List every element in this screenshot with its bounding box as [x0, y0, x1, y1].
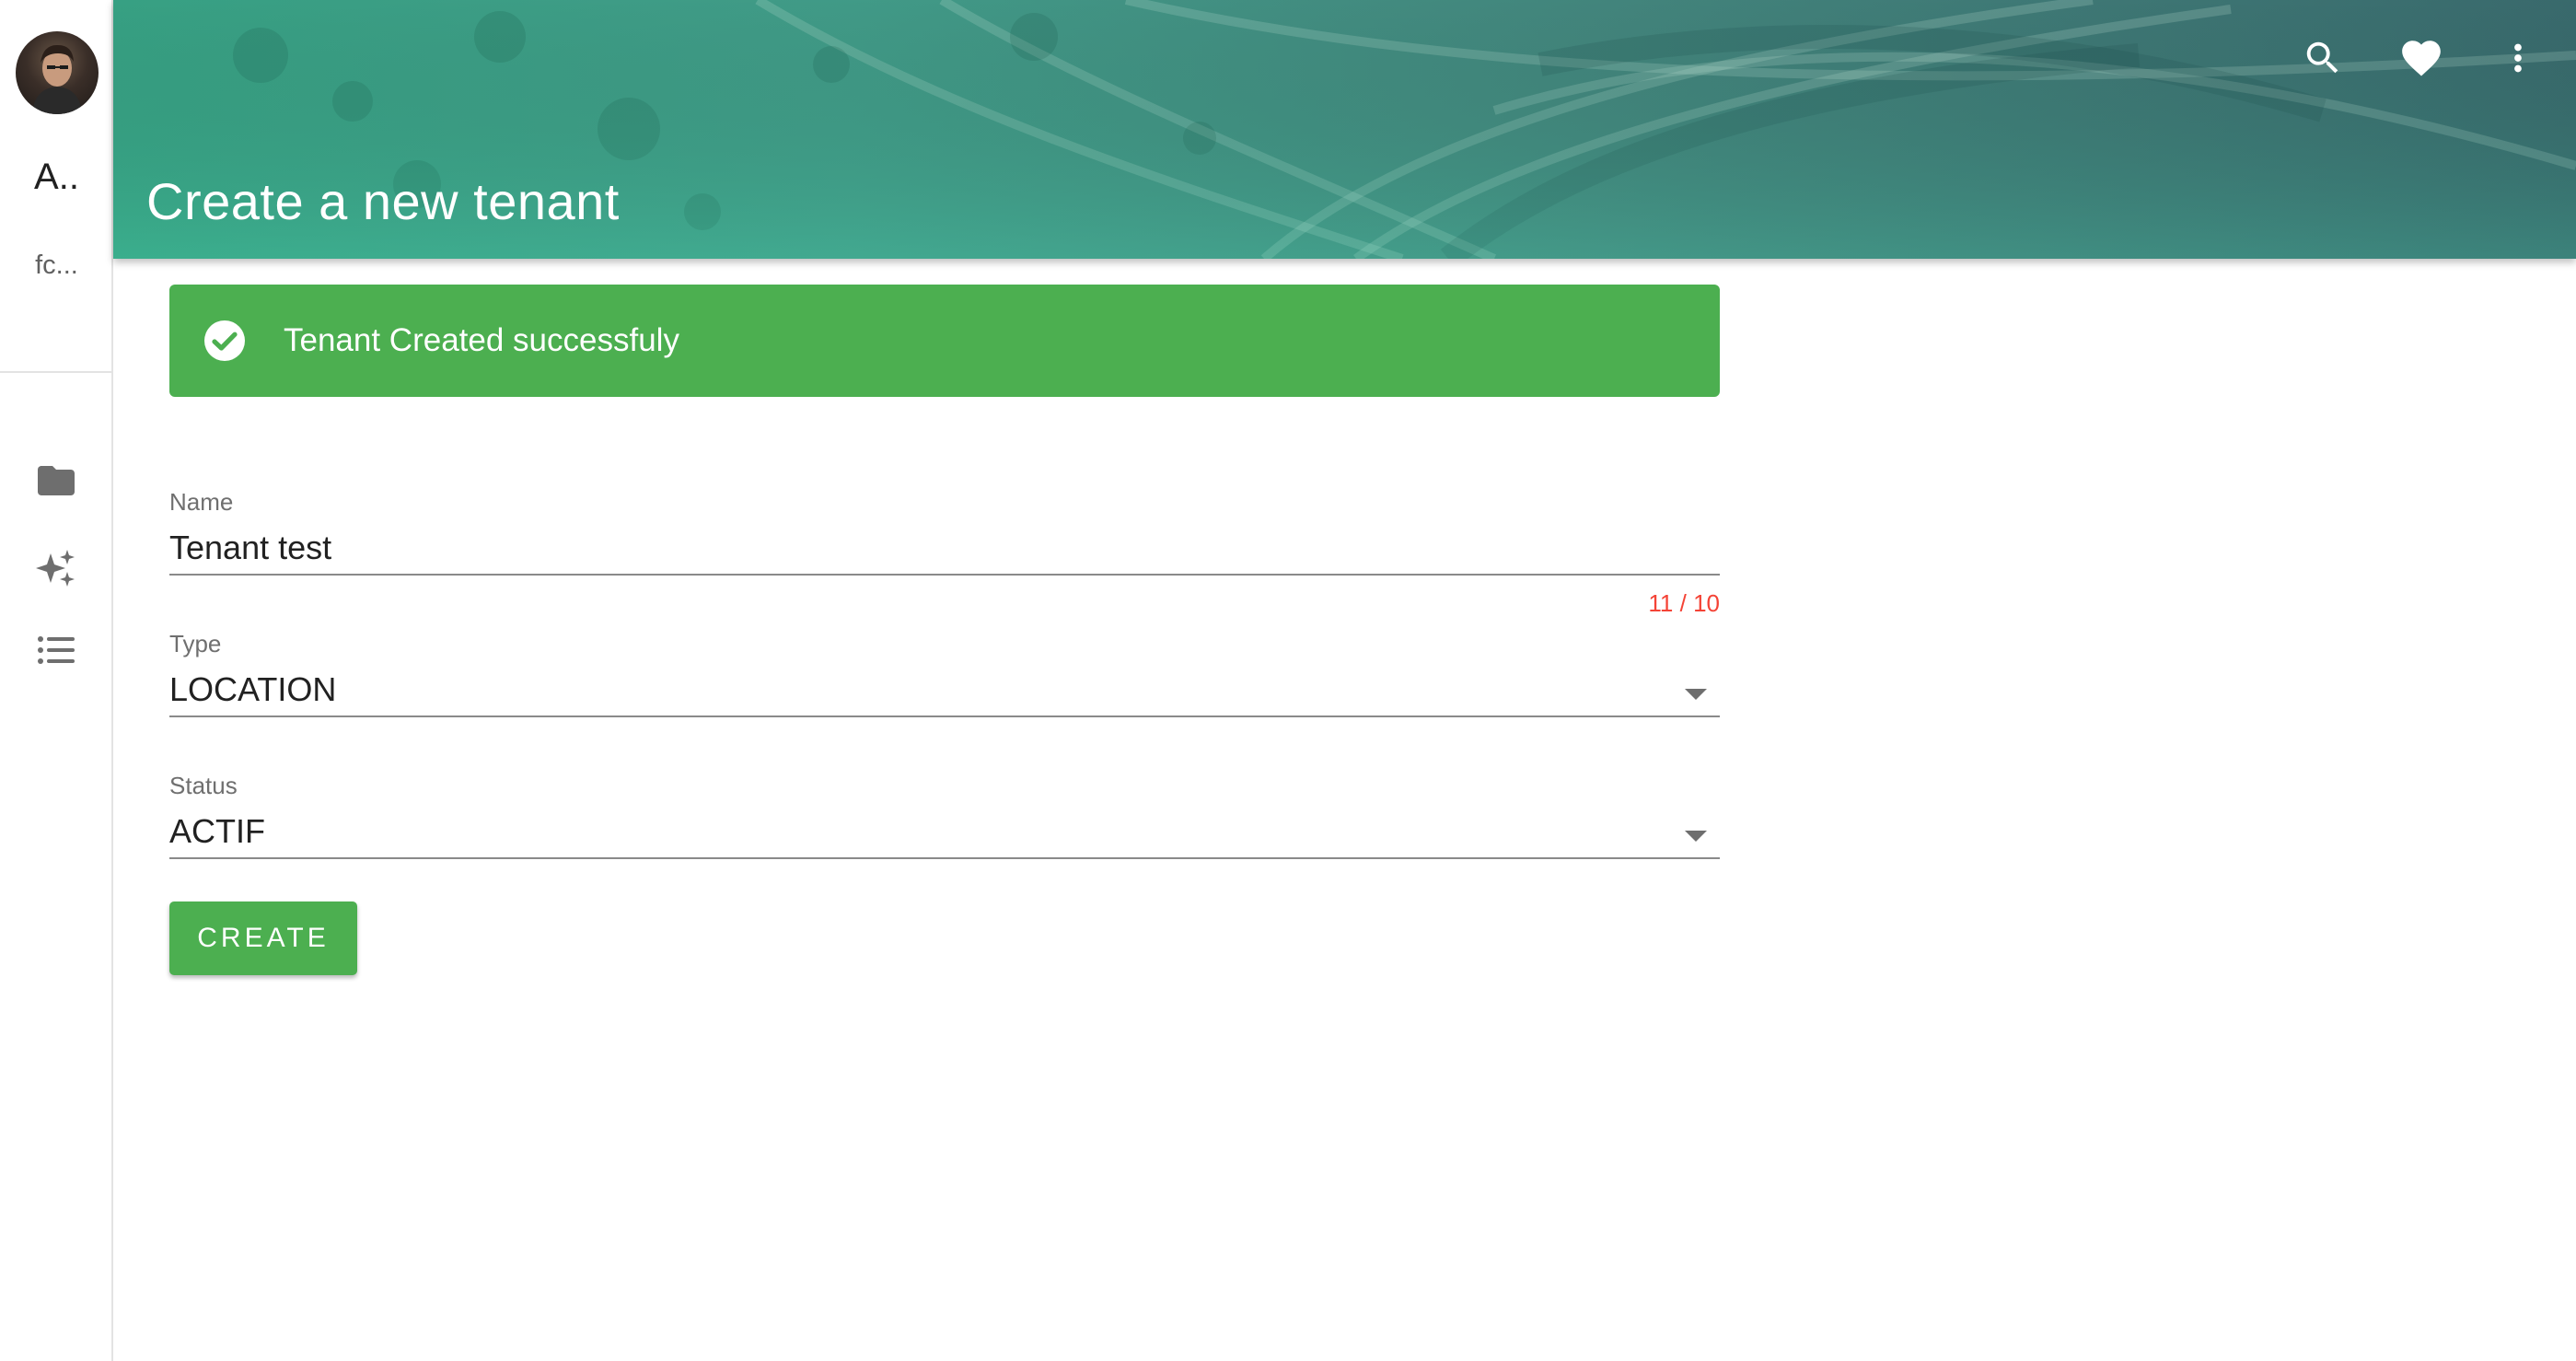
name-field[interactable]: Name Tenant test 11 / 10 [169, 488, 1720, 617]
list-icon[interactable] [33, 627, 79, 673]
sidebar: A.. fc... [0, 0, 113, 1361]
search-icon[interactable] [2295, 30, 2350, 86]
status-select-value[interactable]: ACTIF [169, 809, 1720, 854]
chevron-down-icon[interactable] [1685, 689, 1707, 700]
type-select[interactable]: Type LOCATION [169, 630, 1720, 717]
name-field-underline [169, 574, 1720, 576]
sparkles-icon[interactable] [33, 545, 79, 591]
page-title: Create a new tenant [146, 172, 620, 230]
type-field-underline [169, 715, 1720, 717]
status-select[interactable]: Status ACTIF [169, 772, 1720, 859]
create-button[interactable]: CREATE [169, 902, 357, 975]
sidebar-divider [0, 371, 113, 373]
name-char-counter: 11 / 10 [1648, 589, 1720, 617]
user-email: fc... [35, 250, 78, 280]
success-alert: Tenant Created successfuly [169, 285, 1720, 397]
folder-icon[interactable] [33, 458, 79, 504]
user-name: A.. [34, 157, 79, 197]
type-field-label: Type [169, 630, 222, 657]
main-content: Tenant Created successfuly Name Tenant t… [169, 285, 1720, 975]
more-vert-icon[interactable] [2490, 30, 2546, 86]
chevron-down-icon[interactable] [1685, 831, 1707, 842]
heart-icon[interactable] [2394, 30, 2449, 86]
app-header: Create a new tenant [113, 0, 2576, 259]
name-input[interactable]: Tenant test [169, 526, 1720, 570]
name-field-label: Name [169, 488, 234, 516]
check-circle-icon [204, 320, 245, 361]
avatar[interactable] [16, 31, 99, 114]
status-field-label: Status [169, 772, 238, 799]
status-field-underline [169, 857, 1720, 859]
alert-message: Tenant Created successfuly [284, 322, 679, 358]
type-select-value[interactable]: LOCATION [169, 668, 1720, 712]
